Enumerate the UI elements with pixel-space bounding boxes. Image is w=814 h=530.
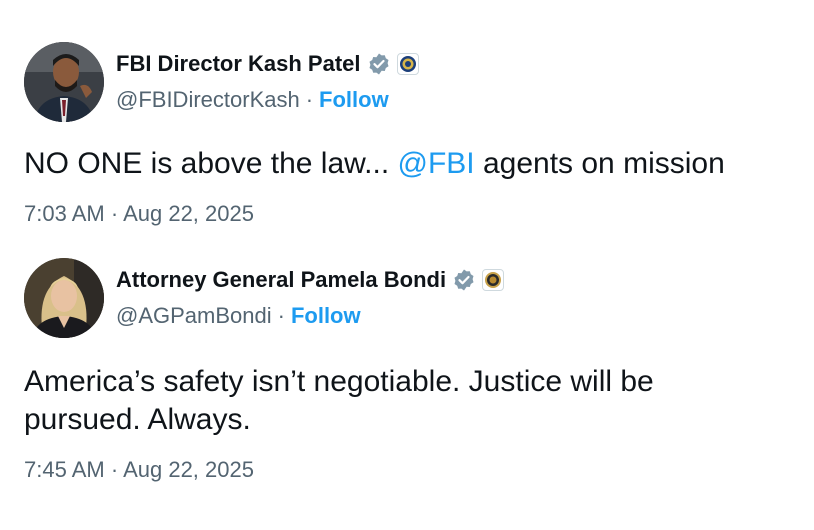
separator-dot: · — [110, 201, 119, 226]
tweet-timestamp[interactable]: 7:45 AM · Aug 22, 2025 — [24, 457, 254, 483]
tweet-text: America’s safety isn’t negotiable. Justi… — [24, 363, 784, 439]
follow-button[interactable]: Follow — [319, 87, 389, 113]
author-handle-row: @AGPamBondi · Follow — [116, 303, 361, 329]
author-handle[interactable]: @FBIDirectorKash — [116, 87, 300, 113]
mention-link[interactable]: @FBI — [398, 147, 475, 180]
follow-button[interactable]: Follow — [291, 303, 361, 329]
tweet-time: 7:03 AM — [24, 201, 105, 226]
separator-dot: · — [110, 457, 119, 482]
fbi-seal-icon[interactable] — [396, 53, 419, 75]
avatar-photo — [24, 42, 104, 122]
author-handle[interactable]: @AGPamBondi — [116, 303, 272, 329]
author-handle-row: @FBIDirectorKash · Follow — [116, 87, 389, 113]
tweet-text-line: America’s safety isn’t negotiable. Justi… — [24, 365, 654, 398]
verified-badge-icon — [367, 52, 391, 76]
tweet-text: NO ONE is above the law... @FBI agents o… — [24, 145, 784, 183]
separator-dot: · — [277, 303, 285, 328]
tweet-text-part: NO ONE is above the law... — [24, 147, 398, 180]
display-name[interactable]: Attorney General Pamela Bondi — [116, 267, 446, 293]
tweet-text-part: agents on mission — [474, 147, 725, 180]
tweet-text-line: pursued. Always. — [24, 403, 251, 436]
avatar-photo — [24, 258, 104, 338]
tweet-date: Aug 22, 2025 — [123, 457, 254, 482]
author-name-row: Attorney General Pamela Bondi — [116, 267, 505, 293]
tweet-date: Aug 22, 2025 — [123, 201, 254, 226]
avatar[interactable] — [24, 42, 104, 122]
display-name[interactable]: FBI Director Kash Patel — [116, 51, 361, 77]
avatar[interactable] — [24, 258, 104, 338]
separator-dot: · — [305, 87, 314, 112]
tweet-time: 7:45 AM — [24, 457, 105, 482]
doj-seal-icon[interactable] — [482, 269, 505, 291]
tweet-timestamp[interactable]: 7:03 AM · Aug 22, 2025 — [24, 201, 254, 227]
verified-badge-icon — [452, 268, 476, 292]
author-name-row: FBI Director Kash Patel — [116, 51, 419, 77]
